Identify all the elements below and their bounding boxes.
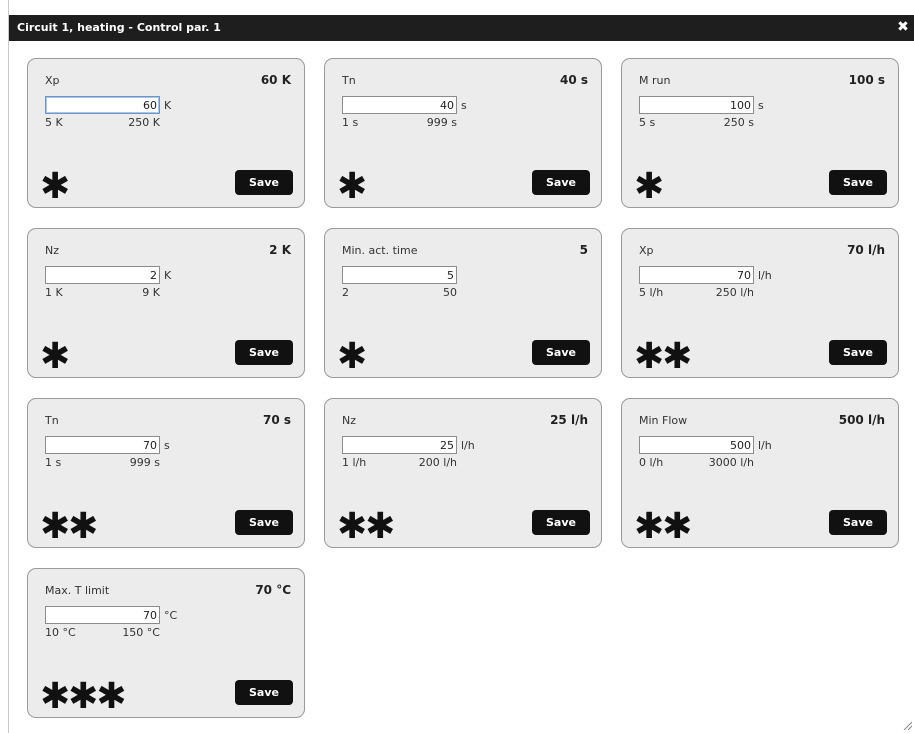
param-value-input[interactable] [342, 436, 457, 454]
param-card-min-act-time: Min. act. time 5 2 50 ✱ Save [324, 228, 602, 378]
param-current-value: 500 l/h [838, 413, 885, 427]
param-card-nz-lh: Nz 25 l/h l/h 1 l/h 200 l/h ✱✱ Save [324, 398, 602, 548]
access-level-icon: ✱✱✱ [40, 676, 126, 717]
param-card-xp-lh: Xp 70 l/h l/h 5 l/h 250 l/h ✱✱ Save [621, 228, 899, 378]
param-card-xp-k: Xp 60 K K 5 K 250 K ✱ Save [27, 58, 305, 208]
param-name: Nz [45, 244, 60, 257]
save-button[interactable]: Save [532, 170, 590, 195]
close-icon[interactable]: ✖ [895, 19, 911, 35]
access-level-icon: ✱✱ [40, 506, 98, 547]
param-name: Nz [342, 414, 357, 427]
save-button[interactable]: Save [235, 680, 293, 705]
param-max: 999 s [129, 456, 160, 469]
param-current-value: 70 s [262, 413, 291, 427]
access-level-icon: ✱ [337, 166, 367, 207]
save-button[interactable]: Save [235, 340, 293, 365]
param-max: 9 K [142, 286, 160, 299]
save-button[interactable]: Save [829, 340, 887, 365]
param-unit: l/h [758, 439, 772, 452]
param-card-tn-s: Tn 40 s s 1 s 999 s ✱ Save [324, 58, 602, 208]
save-button[interactable]: Save [532, 340, 590, 365]
param-current-value: 2 K [269, 243, 291, 257]
param-name: Min Flow [639, 414, 688, 427]
param-current-value: 25 l/h [550, 413, 588, 427]
param-unit: K [164, 99, 172, 112]
access-level-icon: ✱✱ [337, 506, 395, 547]
param-unit: s [164, 439, 170, 452]
param-unit: l/h [461, 439, 475, 452]
param-card-min-flow: Min Flow 500 l/h l/h 0 l/h 3000 l/h ✱✱ S… [621, 398, 899, 548]
param-unit: s [758, 99, 764, 112]
param-current-value: 60 K [260, 73, 291, 87]
param-name: Max. T limit [45, 584, 110, 597]
param-card-max-t-limit: Max. T limit 70 °C °C 10 °C 150 °C ✱✱✱ S… [27, 568, 305, 718]
param-max: 999 s [426, 116, 457, 129]
access-level-icon: ✱ [40, 166, 70, 207]
save-button[interactable]: Save [235, 510, 293, 535]
param-unit: °C [164, 609, 178, 622]
param-max: 150 °C [122, 626, 160, 639]
param-value-input[interactable] [45, 436, 160, 454]
param-current-value: 5 [579, 243, 588, 257]
resize-handle-icon[interactable] [902, 720, 912, 730]
param-max: 250 s [723, 116, 754, 129]
dialog-titlebar[interactable]: Circuit 1, heating - Control par. 1 ✖ [9, 15, 914, 41]
save-button[interactable]: Save [829, 510, 887, 535]
param-value-input[interactable] [45, 266, 160, 284]
param-unit: K [164, 269, 172, 282]
param-max: 250 l/h [715, 286, 754, 299]
param-max: 50 [443, 286, 457, 299]
param-max: 200 l/h [418, 456, 457, 469]
param-value-input[interactable] [45, 606, 160, 624]
param-value-input[interactable] [639, 96, 754, 114]
param-current-value: 100 s [848, 73, 885, 87]
param-value-input[interactable] [342, 266, 457, 284]
param-name: Tn [45, 414, 59, 427]
save-button[interactable]: Save [235, 170, 293, 195]
param-max: 3000 l/h [708, 456, 754, 469]
param-card-tn-s-2: Tn 70 s s 1 s 999 s ✱✱ Save [27, 398, 305, 548]
access-level-icon: ✱ [634, 166, 664, 207]
param-name: Xp [639, 244, 654, 257]
dialog: Circuit 1, heating - Control par. 1 ✖ Xp… [8, 0, 914, 733]
param-value-input[interactable] [639, 436, 754, 454]
param-value-input[interactable] [45, 96, 160, 114]
param-name: M run [639, 74, 671, 87]
access-level-icon: ✱ [337, 336, 367, 377]
param-unit: l/h [758, 269, 772, 282]
access-level-icon: ✱ [40, 336, 70, 377]
param-card-m-run: M run 100 s s 5 s 250 s ✱ Save [621, 58, 899, 208]
param-current-value: 70 l/h [847, 243, 885, 257]
param-card-nz-k: Nz 2 K K 1 K 9 K ✱ Save [27, 228, 305, 378]
param-name: Min. act. time [342, 244, 418, 257]
access-level-icon: ✱✱ [634, 506, 692, 547]
param-value-input[interactable] [342, 96, 457, 114]
dialog-title: Circuit 1, heating - Control par. 1 [17, 21, 221, 34]
save-button[interactable]: Save [532, 510, 590, 535]
param-value-input[interactable] [639, 266, 754, 284]
param-current-value: 70 °C [255, 583, 291, 597]
param-current-value: 40 s [559, 73, 588, 87]
param-max: 250 K [128, 116, 160, 129]
param-name: Tn [342, 74, 356, 87]
save-button[interactable]: Save [829, 170, 887, 195]
access-level-icon: ✱✱ [634, 336, 692, 377]
param-unit: s [461, 99, 467, 112]
param-name: Xp [45, 74, 60, 87]
